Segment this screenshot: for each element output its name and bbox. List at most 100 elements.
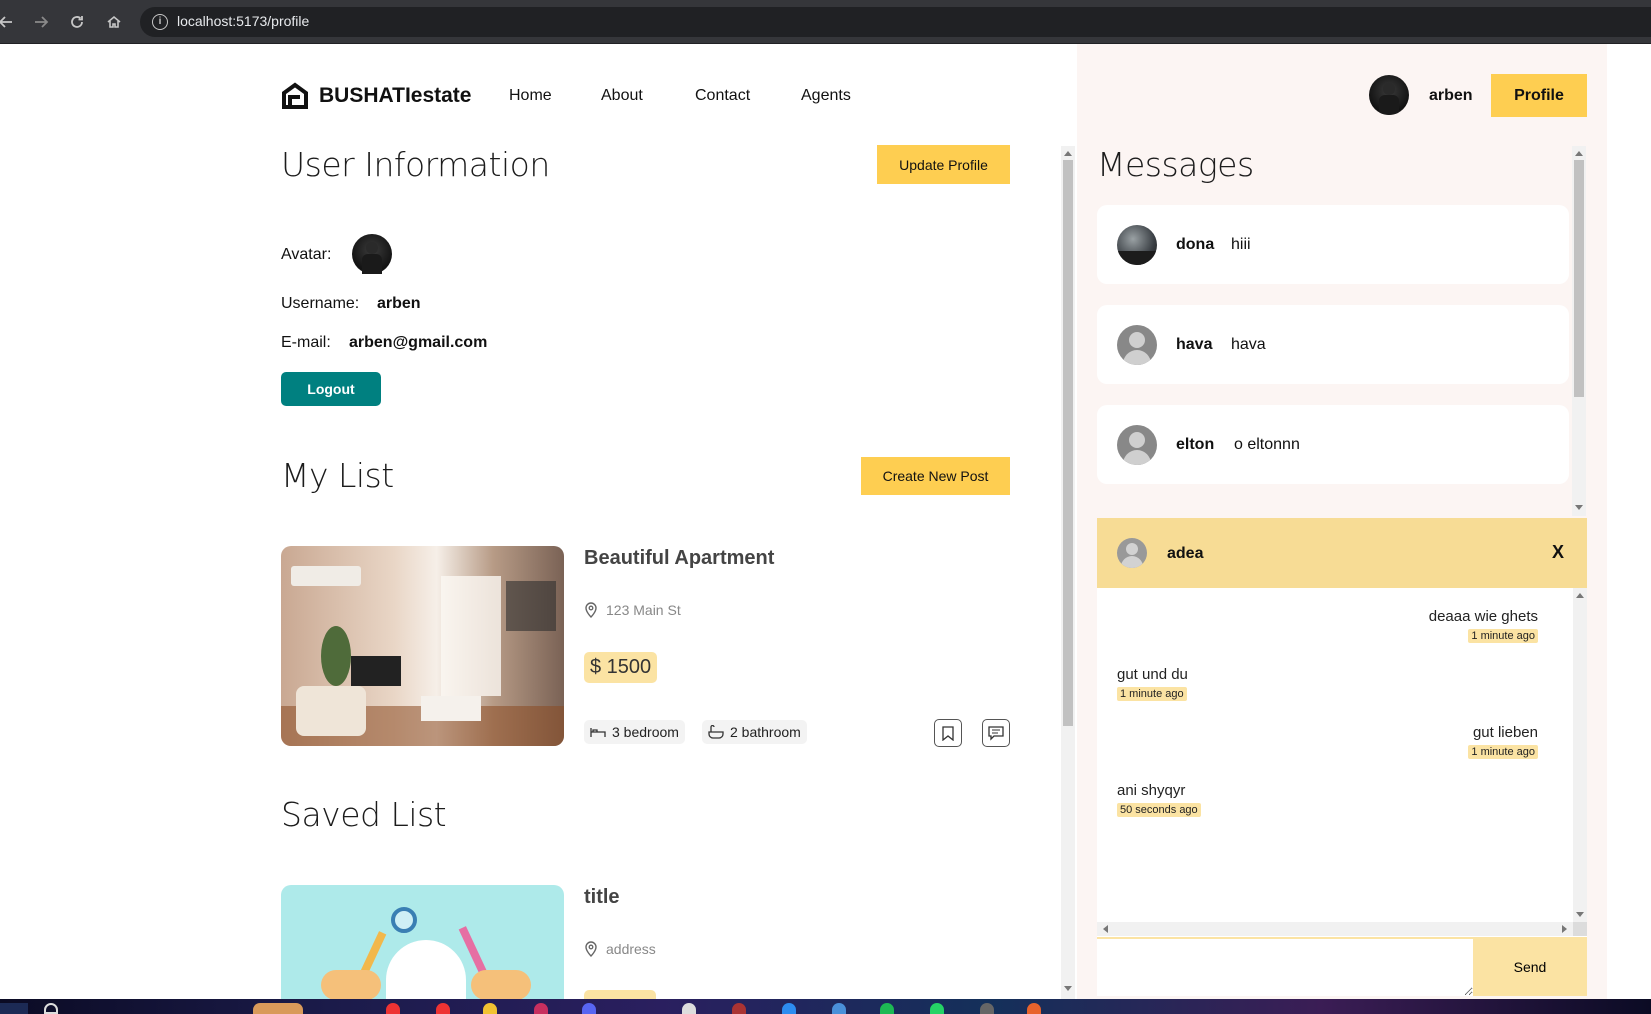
- reload-icon[interactable]: [67, 12, 87, 32]
- update-profile-button[interactable]: Update Profile: [877, 145, 1010, 184]
- chat-messages: deaaa wie ghets 1 minute ago gut und du …: [1097, 588, 1573, 922]
- messages-scrollbar[interactable]: [1572, 146, 1586, 516]
- taskbar-chrome-icon[interactable]: [436, 1003, 450, 1014]
- taskbar-spotify-icon[interactable]: [880, 1003, 894, 1014]
- saved-item-price: [584, 990, 656, 999]
- taskbar-vscode-icon[interactable]: [832, 1003, 846, 1014]
- start-button[interactable]: [0, 1003, 28, 1014]
- conversation-item[interactable]: elton o eltonnn: [1097, 405, 1569, 484]
- username-value: arben: [377, 295, 421, 312]
- url-text[interactable]: localhost:5173/profile: [177, 13, 309, 29]
- chat-username: adea: [1167, 545, 1204, 562]
- listing-address-text: 123 Main St: [606, 602, 681, 618]
- email-label: E-mail:: [281, 334, 331, 351]
- chat-scrollbar[interactable]: [1573, 588, 1587, 922]
- chat-close-button[interactable]: X: [1552, 542, 1564, 563]
- chat-header: adea X: [1097, 518, 1587, 588]
- header-avatar[interactable]: [1369, 75, 1409, 115]
- back-arrow-icon[interactable]: [0, 12, 16, 32]
- logout-button[interactable]: Logout: [281, 372, 381, 406]
- bath-icon: [708, 725, 724, 739]
- create-new-post-button[interactable]: Create New Post: [861, 457, 1010, 495]
- chat-button[interactable]: [982, 719, 1010, 747]
- scroll-up-icon[interactable]: [1064, 151, 1072, 156]
- saved-list-title: Saved List: [281, 795, 447, 834]
- conversation-name: dona: [1176, 236, 1215, 253]
- apartment-image[interactable]: [281, 546, 564, 746]
- taskbar-folder-icon[interactable]: [483, 1003, 497, 1014]
- search-icon[interactable]: [44, 1003, 58, 1014]
- chat-message-time: 1 minute ago: [1117, 687, 1187, 701]
- send-button[interactable]: Send: [1473, 937, 1587, 996]
- taskbar-app-icon[interactable]: [534, 1003, 548, 1014]
- details-scrollbar[interactable]: [1061, 146, 1075, 999]
- nav-agents[interactable]: Agents: [801, 87, 851, 105]
- chat-icon: [988, 725, 1004, 741]
- chat-horizontal-scrollbar[interactable]: [1097, 922, 1573, 936]
- bedroom-feature: 3 bedroom: [584, 720, 685, 744]
- chat-message-own: deaaa wie ghets: [1428, 608, 1538, 625]
- save-bookmark-button[interactable]: [934, 719, 962, 747]
- bookmark-icon: [942, 725, 954, 741]
- conversation-last-message: hiii: [1231, 236, 1251, 253]
- logo-icon: [282, 82, 308, 109]
- saved-item-title[interactable]: title: [584, 886, 620, 909]
- scroll-down-icon[interactable]: [1576, 912, 1584, 917]
- conversation-name: hava: [1176, 336, 1213, 353]
- my-list-title: My List: [281, 456, 394, 495]
- logo[interactable]: BUSHATIestate: [281, 82, 471, 110]
- taskbar-app-icon[interactable]: [682, 1003, 696, 1014]
- nav-about[interactable]: About: [601, 87, 643, 105]
- conversation-name: elton: [1176, 436, 1215, 453]
- taskbar-discord-icon[interactable]: [582, 1003, 596, 1014]
- conversation-last-message: o eltonnn: [1234, 436, 1300, 453]
- bed-icon: [590, 728, 606, 737]
- header-username: arben: [1429, 87, 1473, 104]
- taskbar-cat-icon[interactable]: [253, 1003, 303, 1014]
- conversation-item[interactable]: hava hava: [1097, 305, 1569, 384]
- saved-item-address-text: address: [606, 941, 656, 957]
- chat-message-input[interactable]: [1097, 937, 1473, 996]
- logo-text: BUSHATIestate: [319, 84, 472, 107]
- chat-box: adea X deaaa wie ghets 1 minute ago gut …: [1097, 518, 1587, 996]
- nav-home[interactable]: Home: [509, 87, 552, 105]
- taskbar-app-icon[interactable]: [782, 1003, 796, 1014]
- chat-message-time: 50 seconds ago: [1117, 803, 1201, 817]
- saved-item-image[interactable]: [281, 885, 564, 999]
- scrollbar-corner: [1573, 922, 1587, 936]
- profile-button[interactable]: Profile: [1491, 74, 1587, 117]
- details-scrollbar-thumb[interactable]: [1063, 160, 1073, 726]
- taskbar-app-icon[interactable]: [732, 1003, 746, 1014]
- listing-title[interactable]: Beautiful Apartment: [584, 547, 774, 570]
- conversation-item[interactable]: dona hiii: [1097, 205, 1569, 284]
- scroll-right-icon[interactable]: [1562, 925, 1567, 933]
- home-icon[interactable]: [104, 12, 124, 32]
- scroll-up-icon[interactable]: [1576, 593, 1584, 598]
- scroll-left-icon[interactable]: [1103, 925, 1108, 933]
- nav-contact[interactable]: Contact: [695, 87, 750, 105]
- scroll-down-icon[interactable]: [1064, 986, 1072, 991]
- forward-arrow-icon[interactable]: [31, 12, 51, 32]
- taskbar-whatsapp-icon[interactable]: [930, 1003, 944, 1014]
- chat-message-other: ani shyqyr: [1117, 782, 1186, 799]
- taskbar-app-icon[interactable]: [386, 1003, 400, 1014]
- user-avatar: [352, 234, 392, 274]
- browser-toolbar: i localhost:5173/profile: [0, 0, 1651, 44]
- listing-address: 123 Main St: [584, 602, 681, 618]
- address-bar[interactable]: [140, 7, 1651, 37]
- taskbar-app-icon[interactable]: [1027, 1003, 1041, 1014]
- conversation-last-message: hava: [1231, 336, 1266, 353]
- bedroom-text: 3 bedroom: [612, 724, 679, 740]
- messages-scrollbar-thumb[interactable]: [1574, 160, 1584, 397]
- avatar-label: Avatar:: [281, 246, 332, 263]
- user-information-title: User Information: [281, 145, 550, 184]
- scroll-down-icon[interactable]: [1575, 505, 1583, 510]
- os-taskbar: [0, 999, 1651, 1014]
- username-label: Username:: [281, 295, 360, 312]
- scroll-up-icon[interactable]: [1575, 151, 1583, 156]
- bathroom-text: 2 bathroom: [730, 724, 801, 740]
- chat-message-time: 1 minute ago: [1468, 629, 1538, 643]
- taskbar-terminal-icon[interactable]: [980, 1003, 994, 1014]
- chat-message-own: gut lieben: [1472, 724, 1538, 741]
- site-info-icon[interactable]: i: [152, 14, 168, 30]
